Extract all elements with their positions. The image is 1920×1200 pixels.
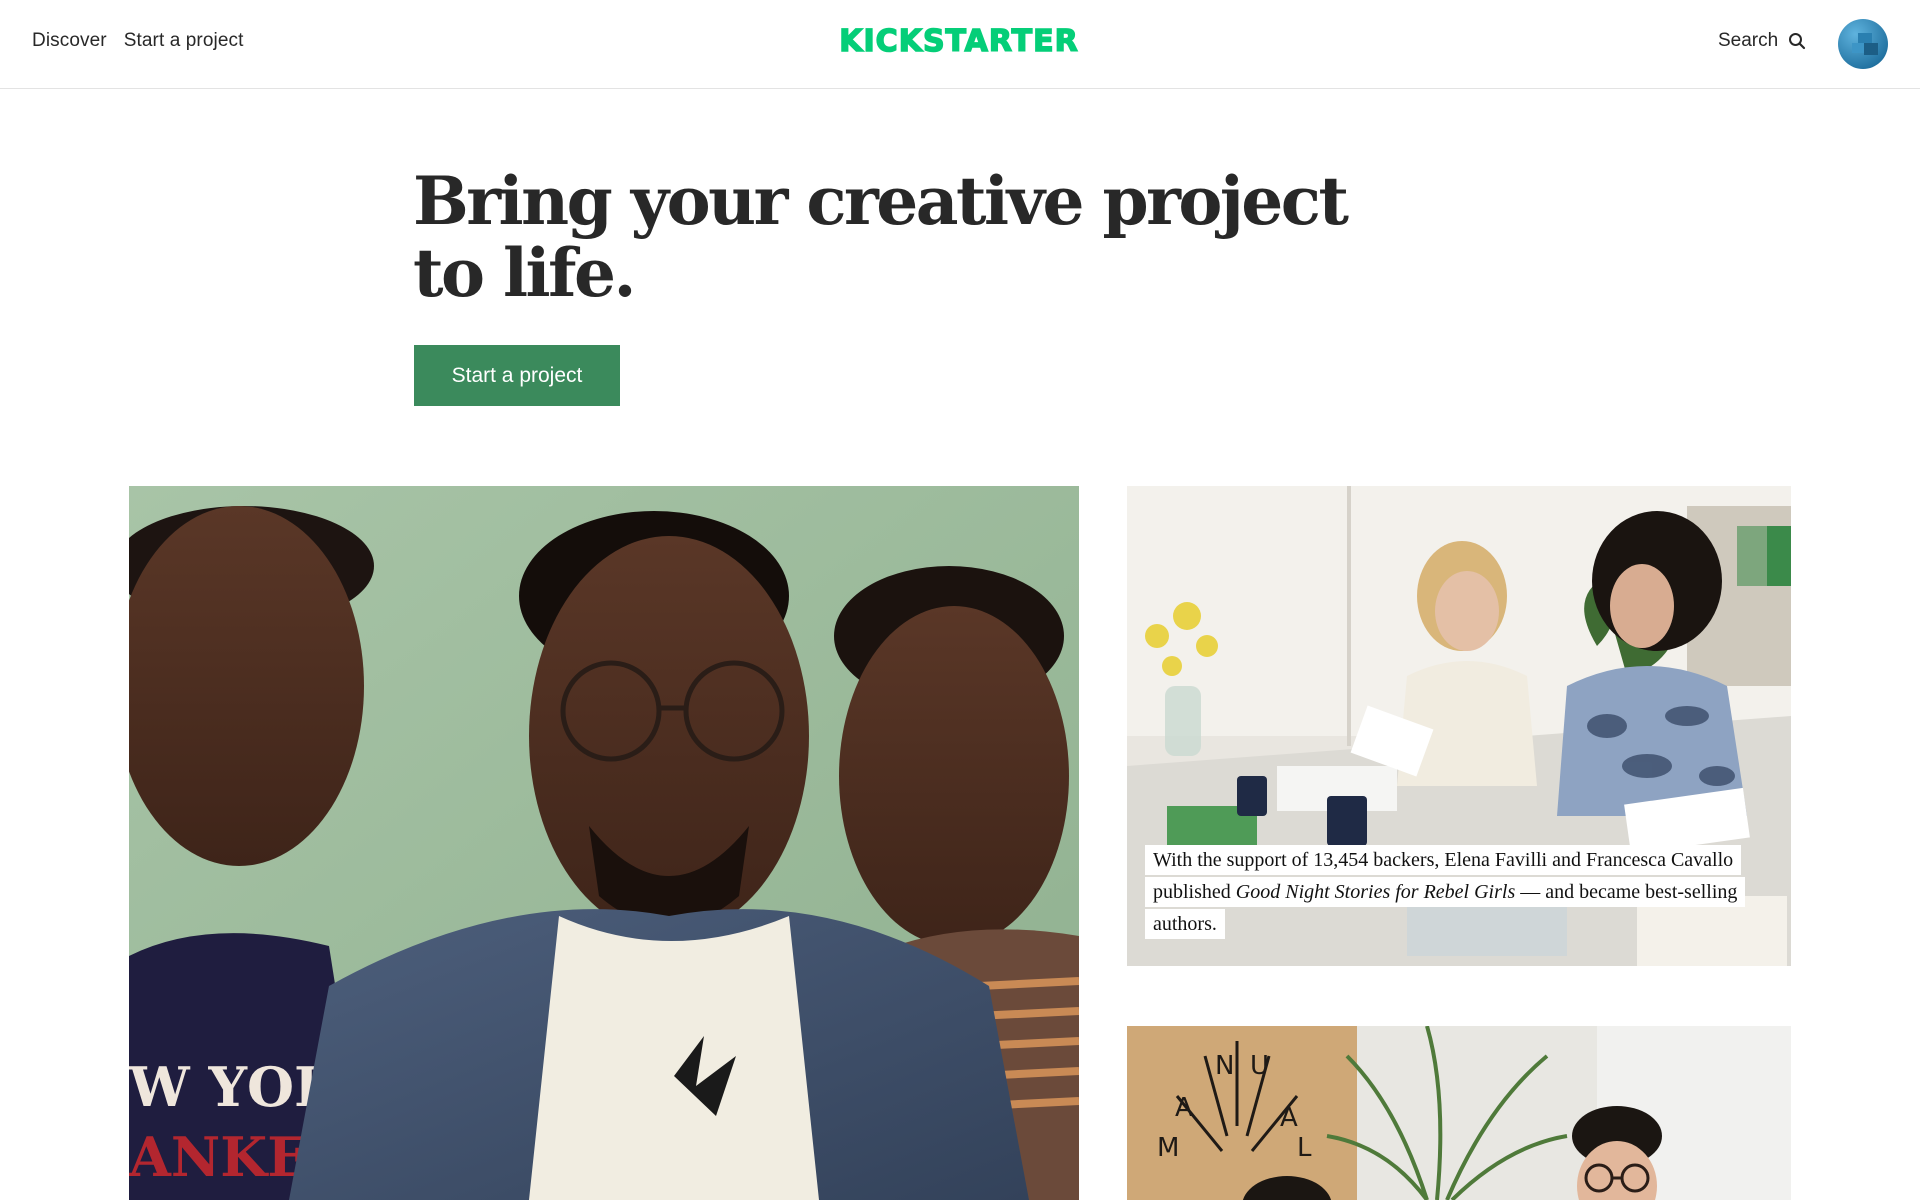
start-project-nav-link[interactable]: Start a project [124,30,244,52]
search-icon [1789,33,1806,50]
user-avatar[interactable] [1838,19,1888,69]
svg-text:ANKE: ANKE [129,1125,308,1189]
search-button[interactable]: Search [1718,30,1806,52]
primary-nav: Discover Start a project [32,30,244,52]
studio-portrait-image: N U A A M L [1127,1026,1791,1200]
story-book-title: Good Night Stories for Rebel Girls [1235,881,1516,903]
start-project-button[interactable]: Start a project [414,345,620,406]
search-label: Search [1718,30,1779,51]
featured-creators-photo[interactable]: W YOR ANKE [129,486,1079,1200]
hero-heading-line-2: to life. [413,234,637,312]
sign-letter-n: N [1215,1051,1234,1081]
avatar-icon [1838,19,1888,69]
hero-heading-line-1: Bring your creative project [413,162,1349,240]
sign-letter-a-left: A [1175,1093,1193,1123]
top-navigation-bar: Discover Start a project KICKSTARTER Sea… [0,0,1920,89]
sign-letter-l: L [1297,1133,1312,1163]
annual-studio-story-card[interactable]: N U A A M L [1127,1026,1791,1200]
rebel-girls-story-card[interactable]: With the support of 13,454 backers, Elen… [1127,486,1791,966]
sign-letter-a-right: A [1280,1103,1298,1133]
story-caption: With the support of 13,454 backers, Elen… [1145,844,1749,940]
sign-letter-u: U [1250,1051,1269,1081]
kickstarter-logo[interactable]: KICKSTARTER [838,24,1080,60]
three-men-portrait-image: W YOR ANKE [129,486,1079,1200]
discover-link[interactable]: Discover [32,30,107,52]
sign-letter-m: M [1157,1133,1179,1163]
hero-heading: Bring your creative project to life. [413,162,1349,312]
